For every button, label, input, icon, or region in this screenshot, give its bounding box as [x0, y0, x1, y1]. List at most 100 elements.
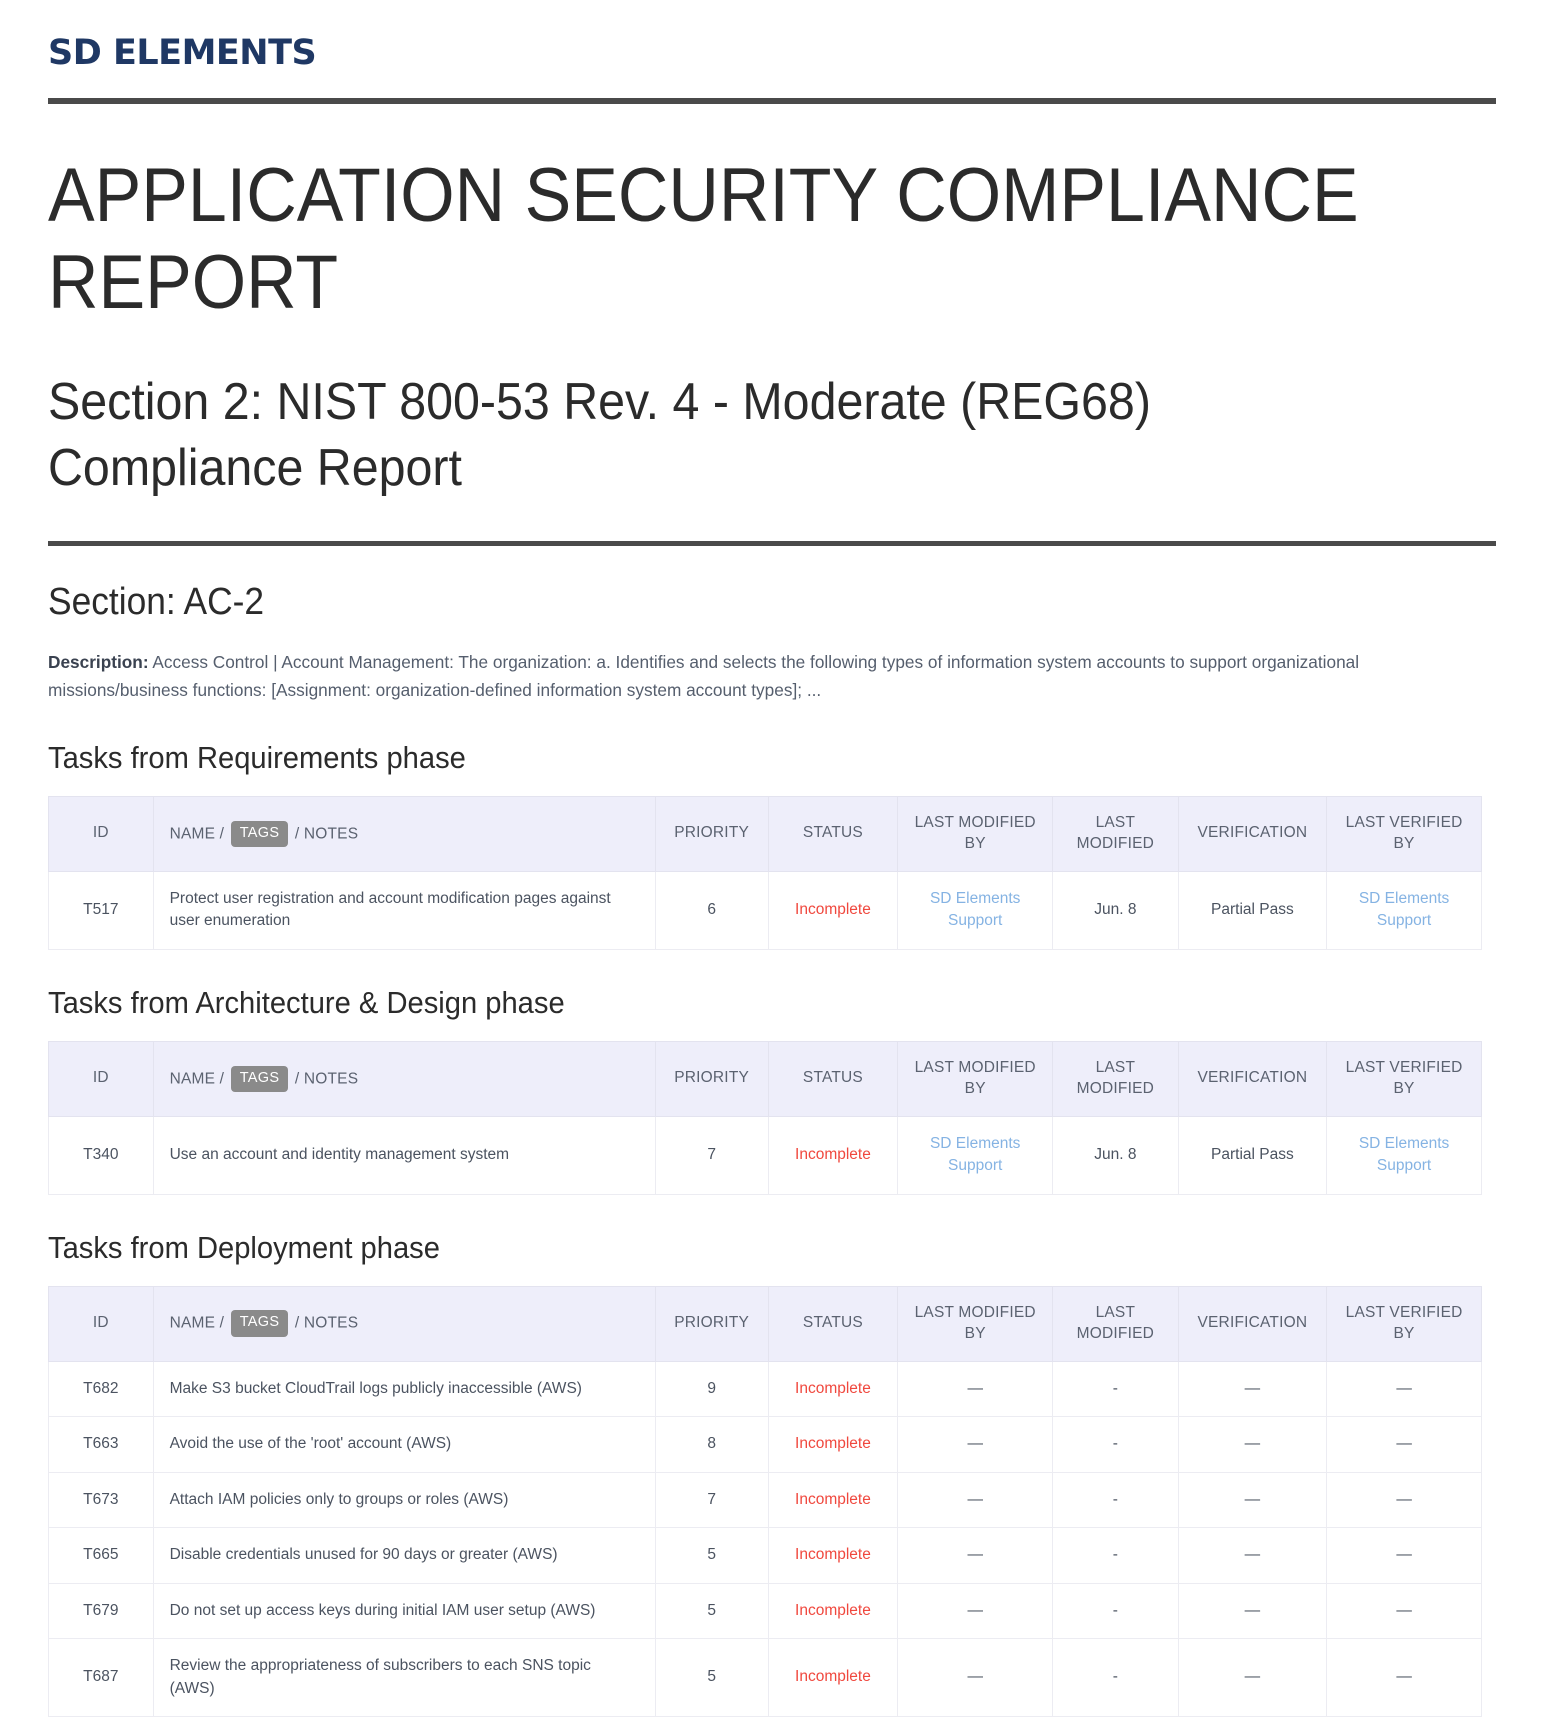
empty-placeholder: — — [1396, 1490, 1412, 1508]
table-row[interactable]: T673 Attach IAM policies only to groups o… — [48, 1471, 1482, 1529]
cell-last-verified-by: — — [1326, 1527, 1482, 1584]
name-header-suffix: / NOTES — [294, 1069, 359, 1087]
cell-last-modified: - — [1052, 1638, 1179, 1717]
cell-last-modified-by[interactable]: SD Elements Support — [897, 1115, 1054, 1195]
status-badge: Incomplete — [795, 1379, 871, 1397]
cell-priority: 7 — [654, 1115, 769, 1195]
user-link[interactable]: SD Elements Support — [930, 890, 1020, 929]
cell-last-modified-by: — — [897, 1527, 1054, 1584]
cell-last-verified-by[interactable]: SD Elements Support — [1326, 870, 1482, 950]
cell-priority: 6 — [654, 870, 769, 950]
phase-section: Tasks from Requirements phase ID NAME / TA… — [48, 739, 1496, 950]
status-badge: Incomplete — [795, 1145, 871, 1163]
table-header-row: ID NAME / TAGS / NOTES PRIORITY STATUS LAST … — [48, 1285, 1482, 1362]
user-link[interactable]: SD Elements Support — [1359, 890, 1449, 929]
column-header-priority[interactable]: PRIORITY — [654, 795, 769, 872]
column-header-name[interactable]: NAME / TAGS / NOTES — [152, 1285, 656, 1362]
table-header-row: ID NAME / TAGS / NOTES PRIORITY STATUS LAST … — [48, 1040, 1482, 1117]
user-link[interactable]: SD Elements Support — [930, 1135, 1020, 1174]
cell-name: Avoid the use of the 'root' account (AWS… — [152, 1416, 656, 1473]
subsection-heading: Section: AC-2 — [48, 580, 265, 623]
column-header-last-modified[interactable]: LAST MODIFIED — [1052, 1040, 1179, 1117]
status-badge: Incomplete — [795, 1490, 871, 1508]
empty-placeholder: — — [1396, 1435, 1412, 1453]
cell-last-verified-by: — — [1326, 1360, 1482, 1418]
empty-placeholder: — — [967, 1435, 983, 1453]
column-header-last-verified-by[interactable]: LAST VERIFIED BY — [1326, 1040, 1482, 1117]
column-header-name[interactable]: NAME / TAGS / NOTES — [152, 795, 656, 872]
tags-badge[interactable]: TAGS — [230, 1310, 289, 1338]
cell-last-modified: Jun. 8 — [1052, 870, 1179, 950]
empty-placeholder: — — [967, 1379, 983, 1397]
cell-priority: 5 — [654, 1582, 769, 1640]
column-header-last-modified-by[interactable]: LAST MODIFIED BY — [897, 795, 1054, 872]
cell-verification: — — [1177, 1582, 1328, 1640]
empty-placeholder: — — [1396, 1668, 1412, 1686]
table-row[interactable]: T663 Avoid the use of the 'root' account … — [48, 1416, 1482, 1473]
sd-elements-logo: SD ELEMENTS — [48, 33, 317, 73]
section-description: Description: Access Control | Account Ma… — [48, 649, 1447, 704]
column-header-status[interactable]: STATUS — [767, 1040, 899, 1117]
cell-priority: 5 — [654, 1638, 769, 1717]
column-header-verification[interactable]: VERIFICATION — [1177, 1285, 1328, 1362]
column-header-verification[interactable]: VERIFICATION — [1177, 795, 1328, 872]
table-row[interactable]: T679 Do not set up access keys during ini… — [48, 1582, 1482, 1640]
cell-name: Make S3 bucket CloudTrail logs publicly … — [152, 1360, 656, 1418]
phase-title: Tasks from Requirements phase — [48, 739, 466, 775]
tags-badge[interactable]: TAGS — [230, 820, 289, 848]
cell-status: Incomplete — [767, 1582, 899, 1640]
cell-last-verified-by: — — [1326, 1638, 1482, 1717]
column-header-last-modified-by[interactable]: LAST MODIFIED BY — [897, 1285, 1054, 1362]
table-row[interactable]: T665 Disable credentials unused for 90 da… — [48, 1527, 1482, 1584]
tags-badge[interactable]: TAGS — [230, 1065, 289, 1093]
cell-last-modified-by: — — [897, 1638, 1054, 1717]
cell-verification: — — [1177, 1527, 1328, 1584]
column-header-id[interactable]: ID — [48, 1285, 154, 1362]
status-badge: Incomplete — [795, 1601, 871, 1619]
cell-status: Incomplete — [767, 1638, 899, 1717]
column-header-name[interactable]: NAME / TAGS / NOTES — [152, 1040, 656, 1117]
name-header-suffix: / NOTES — [294, 1314, 359, 1332]
column-header-last-modified[interactable]: LAST MODIFIED — [1052, 1285, 1179, 1362]
report-page: SD ELEMENTS APPLICATION SECURITY COMPLIA… — [0, 0, 1544, 1717]
column-header-last-modified-by[interactable]: LAST MODIFIED BY — [897, 1040, 1054, 1117]
table-row[interactable]: T517 Protect user registration and accoun… — [48, 870, 1482, 950]
cell-last-verified-by[interactable]: SD Elements Support — [1326, 1115, 1482, 1195]
cell-verification: Partial Pass — [1177, 1115, 1328, 1195]
phases-container: Tasks from Requirements phase ID NAME / TA… — [48, 739, 1496, 1717]
cell-id: T340 — [48, 1115, 154, 1195]
table-row[interactable]: T687 Review the appropriateness of subscr… — [48, 1638, 1482, 1717]
phase-section: Tasks from Architecture & Design phase ID… — [48, 984, 1496, 1195]
column-header-verification[interactable]: VERIFICATION — [1177, 1040, 1328, 1117]
empty-placeholder: — — [1396, 1601, 1412, 1619]
column-header-id[interactable]: ID — [48, 795, 154, 872]
empty-placeholder: — — [967, 1490, 983, 1508]
column-header-last-modified[interactable]: LAST MODIFIED — [1052, 795, 1179, 872]
cell-id: T665 — [48, 1527, 154, 1584]
tasks-table: ID NAME / TAGS / NOTES PRIORITY STATUS LAST … — [48, 1285, 1482, 1717]
table-row[interactable]: T682 Make S3 bucket CloudTrail logs publi… — [48, 1360, 1482, 1418]
column-header-priority[interactable]: PRIORITY — [654, 1285, 769, 1362]
column-header-status[interactable]: STATUS — [767, 795, 899, 872]
cell-last-modified-by[interactable]: SD Elements Support — [897, 870, 1054, 950]
column-header-status[interactable]: STATUS — [767, 1285, 899, 1362]
user-link[interactable]: SD Elements Support — [1359, 1135, 1449, 1174]
column-header-id[interactable]: ID — [48, 1040, 154, 1117]
cell-last-modified: - — [1052, 1416, 1179, 1473]
cell-name: Do not set up access keys during initial… — [152, 1582, 656, 1640]
cell-last-modified: - — [1052, 1527, 1179, 1584]
cell-name: Attach IAM policies only to groups or ro… — [152, 1471, 656, 1529]
table-row[interactable]: T340 Use an account and identity manageme… — [48, 1115, 1482, 1195]
cell-status: Incomplete — [767, 1360, 899, 1418]
cell-status: Incomplete — [767, 870, 899, 950]
description-label: Description: — [48, 652, 149, 673]
name-header-suffix: / NOTES — [294, 824, 359, 842]
cell-id: T679 — [48, 1582, 154, 1640]
column-header-last-verified-by[interactable]: LAST VERIFIED BY — [1326, 795, 1482, 872]
column-header-last-verified-by[interactable]: LAST VERIFIED BY — [1326, 1285, 1482, 1362]
table-header-row: ID NAME / TAGS / NOTES PRIORITY STATUS LAST … — [48, 795, 1482, 872]
cell-verification: — — [1177, 1638, 1328, 1717]
cell-last-verified-by: — — [1326, 1471, 1482, 1529]
description-text: Access Control | Account Management: The… — [48, 652, 1360, 701]
column-header-priority[interactable]: PRIORITY — [654, 1040, 769, 1117]
